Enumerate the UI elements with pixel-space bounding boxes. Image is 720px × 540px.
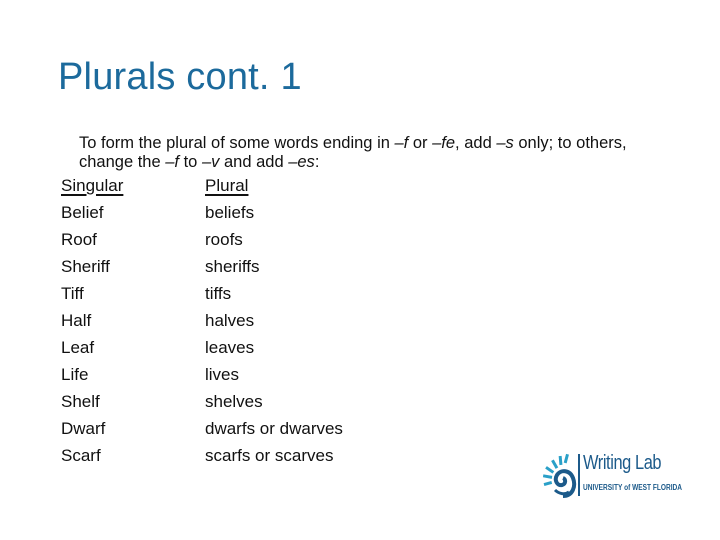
writing-lab-logo: Writing Lab UNIVERSITY of WEST FLORIDA	[543, 452, 682, 500]
intro-text: :	[314, 153, 320, 171]
logo-subtitle: UNIVERSITY of WEST FLORIDA	[583, 483, 683, 492]
header-plural: Plural	[205, 176, 249, 195]
plural-cell: dwarfs or dwarves	[205, 419, 343, 438]
intro-text: and add	[219, 153, 289, 171]
singular-cell: Scarf	[61, 446, 101, 465]
header-singular: Singular	[61, 176, 124, 195]
singular-cell: Half	[61, 311, 92, 330]
suffix-f: –f	[394, 134, 409, 152]
intro-text: To form the plural of some words ending …	[79, 134, 395, 152]
logo-title: Writing Lab	[583, 452, 662, 474]
plural-cell: lives	[205, 365, 240, 384]
intro-text: to	[179, 153, 202, 171]
nautilus-shell-icon	[543, 453, 577, 498]
suffix-fe: –fe	[432, 134, 456, 152]
plural-cell: scarfs or scarves	[205, 446, 334, 465]
suffix-es: –es	[288, 153, 315, 171]
singular-cell: Life	[61, 365, 89, 384]
singular-cell: Shelf	[61, 392, 100, 411]
plural-cell: beliefs	[205, 203, 255, 222]
suffix-f: –f	[165, 153, 180, 171]
slide-title: Plurals cont. 1	[58, 56, 302, 98]
singular-cell: Dwarf	[61, 419, 106, 438]
singular-cell: Leaf	[61, 338, 95, 357]
plural-cell: tiffs	[205, 284, 232, 303]
plural-cell: leaves	[205, 338, 255, 357]
plural-cell: roofs	[205, 230, 243, 249]
logo-divider	[578, 454, 580, 496]
singular-cell: Sheriff	[61, 257, 110, 276]
intro-paragraph: To form the plural of some words ending …	[79, 134, 679, 172]
plural-cell: halves	[205, 311, 255, 330]
plural-cell: sheriffs	[205, 257, 260, 276]
suffix-s: –s	[496, 134, 514, 152]
singular-cell: Roof	[61, 230, 97, 249]
singular-cell: Belief	[61, 203, 104, 222]
singular-cell: Tiff	[61, 284, 84, 303]
intro-text: , add	[455, 134, 497, 152]
plural-cell: shelves	[205, 392, 263, 411]
suffix-v: –v	[201, 153, 220, 171]
intro-text: or	[408, 134, 433, 152]
